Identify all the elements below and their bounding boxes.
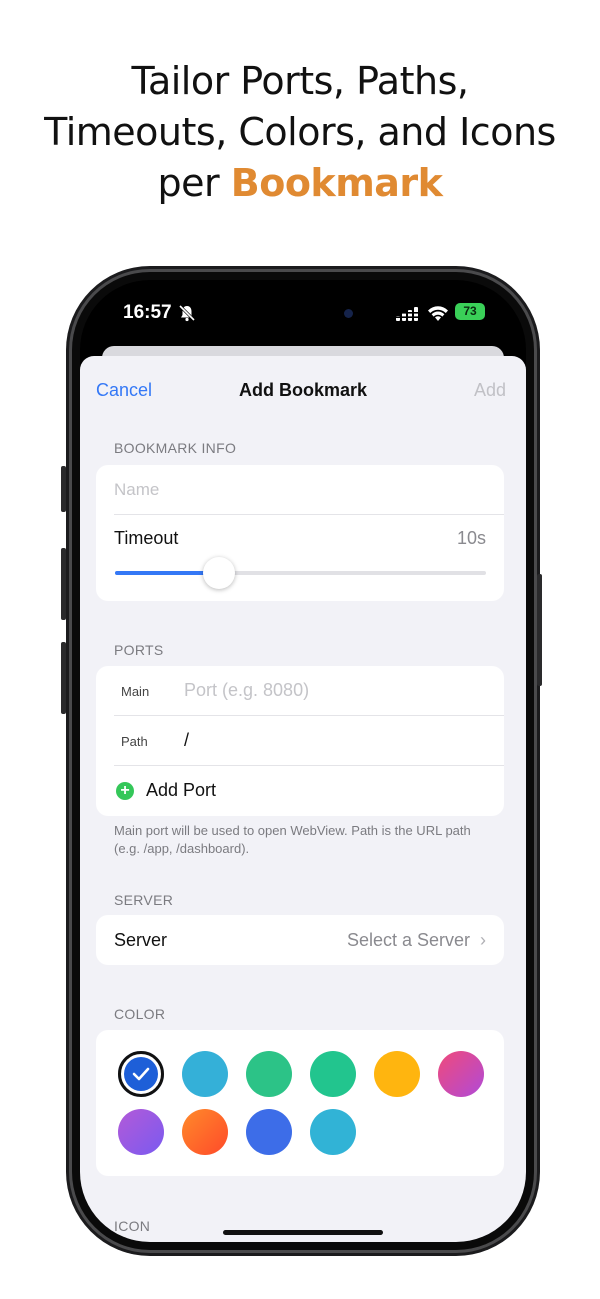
marketing-headline: Tailor Ports, Paths, Timeouts, Colors, a…: [0, 56, 600, 209]
section-title-color: COLOR: [114, 1006, 166, 1022]
add-bookmark-sheet: Cancel Add Bookmark Add BOOKMARK INFO Na…: [80, 356, 526, 1242]
front-camera: [344, 309, 353, 318]
server-row[interactable]: Server Select a Server ›: [96, 915, 504, 965]
nav-bar: Cancel Add Bookmark Add: [80, 356, 526, 422]
color-picker-card: [96, 1030, 504, 1176]
section-title-icon: ICON: [114, 1218, 151, 1234]
status-time: 16:57: [123, 302, 172, 323]
color-swatch-sky-blue[interactable]: [182, 1051, 228, 1097]
section-title-bookmark-info: BOOKMARK INFO: [114, 440, 237, 456]
headline-prefix: per: [157, 161, 231, 205]
headline-accent: Bookmark: [230, 161, 443, 205]
ports-footnote: Main port will be used to open WebView. …: [114, 823, 471, 856]
plus-circle-icon: +: [116, 782, 134, 800]
bookmark-info-card: Name Timeout 10s: [96, 465, 504, 601]
home-indicator: [223, 1230, 383, 1235]
color-swatch-blue[interactable]: [246, 1109, 292, 1155]
nav-title: Add Bookmark: [238, 380, 368, 400]
power-button: [537, 574, 542, 686]
server-label: Server: [114, 930, 168, 950]
battery-icon: 73: [455, 303, 485, 320]
color-swatch-cyan[interactable]: [310, 1109, 356, 1155]
name-input[interactable]: Name: [114, 480, 159, 500]
path-label: Path: [121, 734, 148, 749]
add-port-label: Add Port: [146, 780, 217, 800]
bell-slash-icon: [178, 304, 196, 322]
divider: [114, 715, 504, 716]
battery-level: 73: [463, 304, 477, 318]
path-input[interactable]: /: [184, 730, 189, 751]
wifi-icon: [428, 306, 448, 321]
color-swatch-red-orange[interactable]: [182, 1109, 228, 1155]
server-select-text: Select a Server: [346, 930, 470, 950]
main-port-label: Main: [121, 684, 150, 699]
color-swatch-teal[interactable]: [310, 1051, 356, 1097]
add-button[interactable]: Add: [474, 380, 506, 401]
divider: [114, 514, 504, 515]
server-value: Select a Server ›: [347, 930, 486, 951]
timeout-label: Timeout: [114, 528, 179, 548]
volume-up-button: [61, 548, 66, 620]
status-bar: 16:57 73: [80, 280, 526, 344]
signal-icon: [396, 307, 420, 321]
action-button: [61, 466, 66, 512]
checkmark-icon: [118, 1051, 164, 1097]
divider: [114, 765, 504, 766]
headline-line-3: per Bookmark: [0, 158, 600, 209]
headline-line-2: Timeouts, Colors, and Icons: [44, 110, 556, 154]
slider-thumb[interactable]: [202, 557, 235, 589]
headline-line-1: Tailor Ports, Paths,: [131, 59, 469, 103]
ports-card: Main Port (e.g. 8080) Path / + Add Port: [96, 666, 504, 816]
chevron-right-icon: ›: [480, 930, 486, 950]
color-swatch-navy[interactable]: [118, 1051, 164, 1097]
color-swatch-pink[interactable]: [438, 1051, 484, 1097]
name-row[interactable]: Name: [96, 465, 504, 515]
section-title-server: SERVER: [114, 892, 174, 908]
color-swatch-purple[interactable]: [118, 1109, 164, 1155]
color-swatch-green[interactable]: [246, 1051, 292, 1097]
timeout-value: 10s: [456, 528, 486, 548]
phone-screen: 16:57 73 Cancel Add Bookmark Add BOOKMAR…: [80, 280, 526, 1242]
section-title-ports: PORTS: [114, 642, 164, 658]
volume-down-button: [61, 642, 66, 714]
timeout-slider[interactable]: [115, 557, 486, 589]
main-port-input[interactable]: Port (e.g. 8080): [184, 680, 309, 701]
color-swatch-orange[interactable]: [374, 1051, 420, 1097]
